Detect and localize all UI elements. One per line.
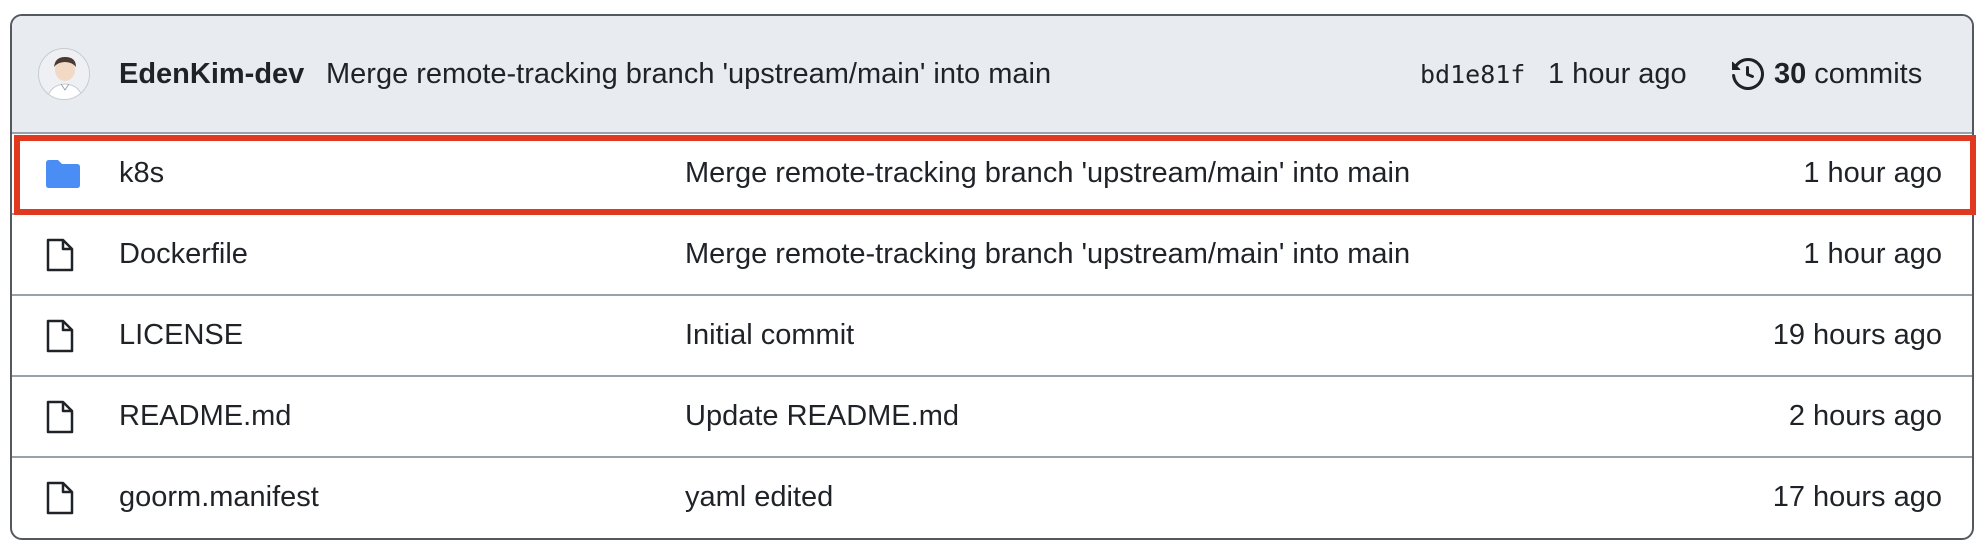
file-icon	[44, 215, 76, 294]
file-browser: EdenKim-dev Merge remote-tracking branch…	[10, 14, 1974, 540]
commits-label: commits	[1814, 57, 1923, 90]
file-commit-message[interactable]: Merge remote-tracking branch 'upstream/m…	[685, 215, 1410, 294]
file-commit-time: 2 hours ago	[1788, 400, 1942, 432]
file-commit-message[interactable]: Merge remote-tracking branch 'upstream/m…	[685, 134, 1410, 213]
latest-commit-message[interactable]: Merge remote-tracking branch 'upstream/m…	[326, 16, 1051, 132]
commit-author[interactable]: EdenKim-dev	[119, 16, 304, 132]
file-commit-message[interactable]: Initial commit	[685, 296, 854, 375]
file-row-dockerfile[interactable]: Dockerfile Merge remote-tracking branch …	[12, 215, 1972, 296]
file-commit-time: 1 hour ago	[1803, 238, 1942, 270]
commit-sha[interactable]: bd1e81f	[1420, 16, 1525, 132]
file-icon	[44, 458, 76, 537]
file-row-k8s[interactable]: k8s Merge remote-tracking branch 'upstre…	[12, 134, 1972, 215]
file-icon	[44, 296, 76, 375]
file-row-goorm-manifest[interactable]: goorm.manifest yaml edited 17 hours ago	[12, 458, 1972, 538]
latest-commit-bar: EdenKim-dev Merge remote-tracking branch…	[12, 16, 1972, 134]
file-name[interactable]: goorm.manifest	[119, 458, 319, 537]
file-row-license[interactable]: LICENSE Initial commit 19 hours ago	[12, 296, 1972, 377]
file-commit-message[interactable]: Update README.md	[685, 377, 959, 456]
file-row-readme[interactable]: README.md Update README.md 2 hours ago	[12, 377, 1972, 458]
file-name[interactable]: Dockerfile	[119, 215, 248, 294]
file-name[interactable]: LICENSE	[119, 296, 243, 375]
file-commit-time: 1 hour ago	[1803, 157, 1942, 189]
file-commit-message[interactable]: yaml edited	[685, 458, 833, 537]
file-name[interactable]: k8s	[119, 134, 164, 213]
file-name[interactable]: README.md	[119, 377, 291, 456]
commit-history-link[interactable]: 30 commits	[1732, 16, 1922, 132]
commit-count: 30	[1774, 57, 1807, 90]
file-list: k8s Merge remote-tracking branch 'upstre…	[12, 134, 1972, 538]
file-commit-time: 17 hours ago	[1772, 481, 1942, 513]
file-commit-time: 19 hours ago	[1772, 319, 1942, 351]
avatar[interactable]	[38, 48, 90, 100]
latest-commit-time: 1 hour ago	[1548, 57, 1687, 90]
history-icon	[1732, 58, 1764, 90]
folder-icon	[44, 134, 82, 213]
file-icon	[44, 377, 76, 456]
